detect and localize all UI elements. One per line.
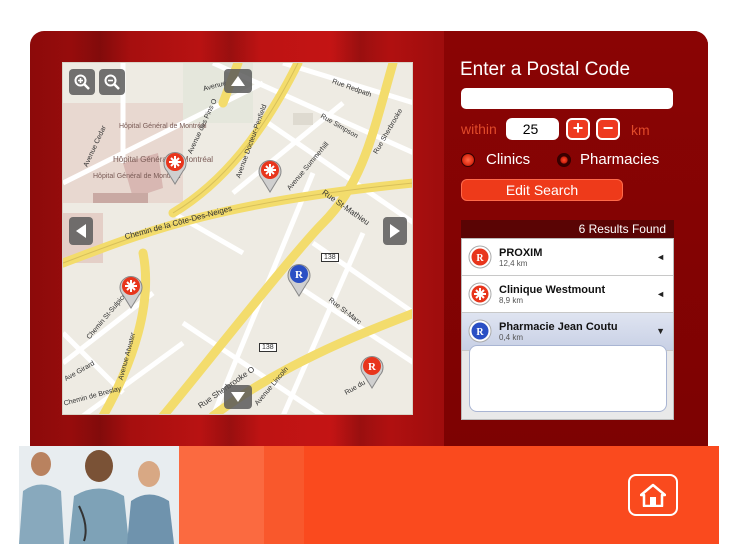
map-view[interactable]: Hôpital Général de Montréal Hôpital Géné… [62, 62, 413, 415]
result-name: PROXIM [499, 247, 543, 259]
distance-field[interactable]: 25 [506, 118, 559, 140]
result-item[interactable]: R PROXIM 12,4 km ◄ [462, 239, 673, 276]
edit-search-button[interactable]: Edit Search [461, 179, 623, 201]
zoom-in-icon [74, 74, 90, 90]
pan-right-button[interactable] [383, 217, 407, 245]
pharmacy-map-pin[interactable]: R [285, 261, 313, 297]
zoom-in-button[interactable] [69, 69, 95, 95]
map-label: Hôpital Général de Montréal [119, 123, 207, 130]
pharmacy-map-pin[interactable]: R [358, 353, 386, 389]
arrow-down-icon [231, 392, 245, 402]
result-item[interactable]: Clinique Westmount 8,9 km ◄ [462, 276, 673, 313]
result-distance: 8,9 km [499, 296, 524, 305]
result-name: Clinique Westmount [499, 284, 606, 296]
route-shield: 138 [321, 253, 339, 262]
clinic-map-pin[interactable] [256, 157, 284, 193]
zoom-out-button[interactable] [99, 69, 125, 95]
pan-up-button[interactable] [224, 69, 252, 93]
route-shield: 138 [259, 343, 277, 352]
results-count: 6 Results Found [461, 220, 674, 238]
results-list: R PROXIM 12,4 km ◄ Clinique Westmount 8,… [461, 238, 674, 420]
doctors-image [19, 446, 179, 544]
arrow-up-icon [231, 76, 245, 86]
clinics-label[interactable]: Clinics [486, 151, 530, 168]
clinics-radio[interactable] [461, 153, 475, 167]
app-stage: Hôpital Général de Montréal Hôpital Géné… [0, 0, 730, 544]
clinic-map-pin[interactable] [161, 149, 189, 185]
home-button[interactable] [628, 474, 678, 516]
arrow-left-icon [76, 224, 86, 238]
footer-band [179, 446, 264, 544]
within-label: within [461, 121, 497, 137]
pharmacy-icon: R [468, 245, 492, 269]
result-name: Pharmacie Jean Coutu [499, 321, 618, 333]
svg-text:R: R [295, 269, 304, 281]
pan-left-button[interactable] [69, 217, 93, 245]
svg-text:R: R [476, 327, 484, 338]
result-detail-box [469, 345, 667, 412]
zoom-out-icon [104, 74, 120, 90]
pharmacy-icon: R [468, 319, 492, 343]
expand-arrow-icon[interactable]: ◄ [656, 289, 665, 299]
footer-band [264, 446, 304, 544]
clinic-icon [468, 282, 492, 306]
search-title: Enter a Postal Code [460, 59, 631, 80]
pharmacies-radio[interactable] [557, 153, 571, 167]
collapse-arrow-icon[interactable]: ▼ [656, 326, 665, 336]
decrease-distance-button[interactable]: − [596, 118, 620, 140]
unit-label: km [631, 122, 650, 138]
svg-text:R: R [368, 361, 377, 373]
postal-code-input[interactable] [461, 88, 673, 109]
clinic-map-pin[interactable] [117, 273, 145, 309]
arrow-right-icon [390, 224, 400, 238]
increase-distance-button[interactable]: + [566, 118, 590, 140]
home-icon [640, 483, 666, 507]
doctors-photo [19, 446, 179, 544]
expand-arrow-icon[interactable]: ◄ [656, 252, 665, 262]
svg-text:R: R [476, 253, 484, 264]
result-distance: 0,4 km [499, 333, 524, 342]
result-distance: 12,4 km [499, 259, 528, 268]
pharmacies-label[interactable]: Pharmacies [580, 151, 659, 168]
pan-down-button[interactable] [224, 385, 252, 409]
